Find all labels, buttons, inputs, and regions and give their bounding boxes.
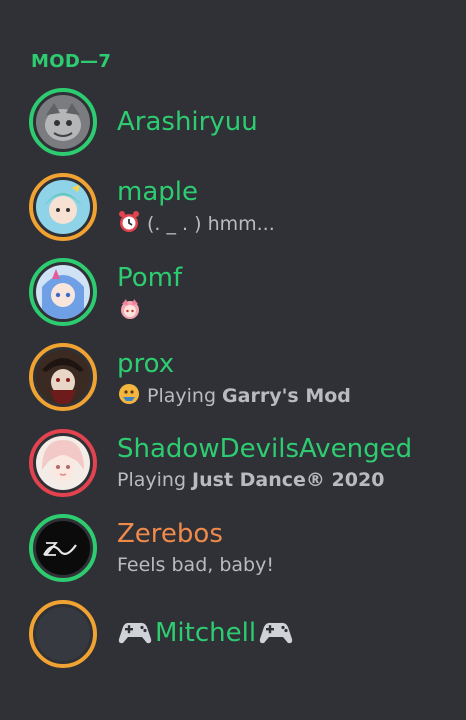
- avatar-image: [36, 265, 90, 319]
- avatar-image: [36, 95, 90, 149]
- member-prox[interactable]: prox Playing Garry's Mod: [0, 339, 466, 419]
- avatar-image: [36, 180, 90, 234]
- avatar[interactable]: [29, 343, 97, 411]
- activity-prefix: Playing: [147, 385, 223, 407]
- member-list: MOD—7 Arashiryuu maple (. _ .) hmm... P…: [0, 0, 466, 720]
- avatar-image: [36, 521, 90, 575]
- alarm-clock-icon: [117, 210, 141, 240]
- avatar-image: [36, 607, 90, 661]
- member-name[interactable]: Pomf: [117, 263, 182, 293]
- member-arashiryuu[interactable]: Arashiryuu: [0, 82, 466, 162]
- member-name[interactable]: Zerebos: [117, 519, 223, 549]
- activity-status: Playing Garry's Mod: [117, 382, 351, 412]
- custom-status: [117, 296, 149, 328]
- avatar[interactable]: [29, 88, 97, 156]
- member-shadowdevilsavenged[interactable]: ShadowDevilsAvenged Playing Just Dance® …: [0, 424, 466, 504]
- gamepad-icon: [258, 619, 294, 652]
- activity-game: Garry's Mod: [222, 385, 351, 407]
- status-text: (. _ . ) hmm...: [147, 213, 275, 235]
- gamepad-icon: [117, 619, 153, 652]
- custom-status: (. _ . ) hmm...: [117, 210, 275, 240]
- member-name[interactable]: Mitchell: [117, 618, 294, 652]
- avatar[interactable]: [29, 429, 97, 497]
- custom-status: Feels bad, baby!: [117, 554, 274, 576]
- avatar[interactable]: [29, 600, 97, 668]
- avatar[interactable]: [29, 173, 97, 241]
- activity-prefix: Playing: [117, 469, 193, 491]
- member-mitchell[interactable]: Mitchell: [0, 594, 466, 674]
- member-name[interactable]: Arashiryuu: [117, 107, 258, 137]
- avatar-image: [36, 436, 90, 490]
- avatar[interactable]: [29, 258, 97, 326]
- avatar-image: [36, 350, 90, 404]
- member-name[interactable]: prox: [117, 349, 174, 379]
- member-name[interactable]: maple: [117, 177, 198, 207]
- avatar[interactable]: [29, 514, 97, 582]
- role-group-header: MOD—7: [31, 51, 112, 72]
- member-name[interactable]: ShadowDevilsAvenged: [117, 434, 412, 464]
- member-maple[interactable]: maple (. _ . ) hmm...: [0, 168, 466, 248]
- member-name-text[interactable]: Mitchell: [155, 618, 256, 648]
- member-pomf[interactable]: Pomf: [0, 253, 466, 333]
- activity-game: Just Dance® 2020: [192, 469, 385, 491]
- activity-status: Playing Just Dance® 2020: [117, 468, 384, 492]
- anime-girl-emoji-icon: [117, 296, 143, 328]
- game-emoji-icon: [117, 382, 141, 412]
- member-zerebos[interactable]: Zerebos Feels bad, baby!: [0, 509, 466, 589]
